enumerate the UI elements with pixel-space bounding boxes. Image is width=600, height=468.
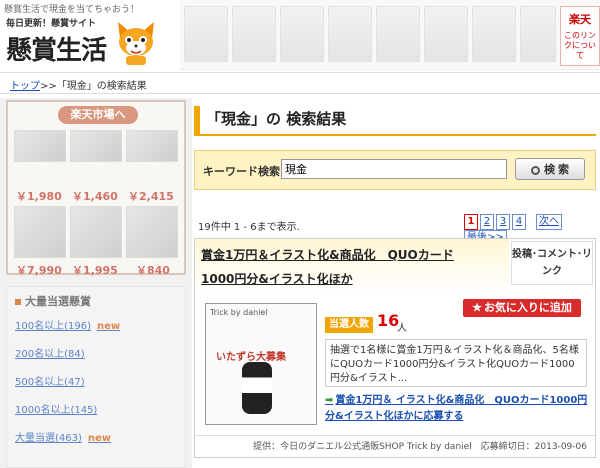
ad-tile[interactable] (472, 6, 516, 62)
product-price[interactable]: ￥2,415 (128, 188, 174, 204)
sidebar-link-100[interactable]: 100名以上(196) new (15, 317, 120, 332)
page-title: 「現金」の 検索結果 (194, 106, 596, 136)
next-page-link[interactable]: 次へ (536, 214, 562, 230)
ad-tile[interactable] (424, 6, 468, 62)
mass-winner-title: 大量当選懸賞 (15, 293, 91, 309)
rakuten-mini-sub: このリンクについて (564, 31, 596, 60)
site-logo[interactable]: 毎日更新！懸賞サイト 懸賞生活 (4, 14, 180, 70)
sidebar-link-200[interactable]: 200名以上(84) (15, 345, 85, 360)
search-icon (530, 165, 540, 175)
product-price[interactable]: ￥1,460 (72, 188, 118, 204)
ad-tile[interactable] (328, 6, 372, 62)
pagination: 1234次へ最後>> (464, 214, 598, 246)
winners-count: 16 (377, 311, 400, 330)
arrow-right-icon: ➡ (325, 395, 334, 406)
ad-tile[interactable] (280, 6, 324, 62)
breadcrumb-bar: トップ>>「現金」の検索結果 (0, 72, 600, 94)
sidebar-link-mass[interactable]: 大量当選(463) new (15, 429, 111, 444)
product-image[interactable] (126, 206, 178, 258)
product-image[interactable] (14, 130, 66, 162)
rakuten-ad-box[interactable]: 楽天市場へ ￥1,980 ￥1,460 ￥2,415 ￥7,990 ￥1,995… (6, 100, 186, 278)
sidebar-link-500[interactable]: 500名以上(47) (15, 373, 85, 388)
campaign-thumbnail[interactable]: Trick by daniel いたずら大募集 (205, 303, 317, 425)
search-label: キーワード検索 (203, 165, 280, 178)
winners-label: 当選人数 (325, 317, 373, 333)
search-input[interactable] (281, 159, 507, 179)
product-image[interactable] (70, 130, 122, 162)
breadcrumb-home-link[interactable]: トップ (10, 81, 40, 92)
ad-tile[interactable] (520, 6, 556, 62)
product-image[interactable] (14, 206, 66, 258)
breadcrumb-separator: >> (40, 81, 57, 92)
main-content: 「現金」の 検索結果 キーワード検索 検 索 19件中 1 - 6まで表示. 1… (194, 98, 598, 468)
search-button[interactable]: 検 索 (515, 158, 585, 180)
thumb-header: Trick by daniel (210, 308, 268, 317)
results-count: 19件中 1 - 6まで表示. (198, 222, 300, 233)
winners-unit: 人 (397, 323, 407, 334)
product-price[interactable]: ￥1,980 (16, 188, 62, 204)
logo-subtitle: 毎日更新！懸賞サイト (6, 19, 97, 29)
left-sidebar: 楽天市場へ ￥1,980 ￥1,460 ￥2,415 ￥7,990 ￥1,995… (0, 98, 192, 468)
page-link-4[interactable]: 4 (512, 214, 526, 230)
product-image[interactable] (70, 206, 122, 258)
ad-tile[interactable] (376, 6, 420, 62)
bullet-icon (15, 299, 21, 305)
character-figure-icon (242, 362, 272, 414)
product-image[interactable] (126, 130, 178, 162)
product-price[interactable]: ￥7,990 (16, 262, 62, 278)
result-footer: 提供：今日のダニエル公式通販SHOP Trick by daniel 応募締切日… (195, 435, 595, 457)
entry-type-tag: 投稿･コメント･リ ンク (511, 241, 593, 285)
mass-winner-section: 大量当選懸賞 100名以上(196) new 200名以上(84) 500名以上(… (6, 286, 186, 468)
page-link-2[interactable]: 2 (480, 214, 494, 230)
ad-tile[interactable] (232, 6, 276, 62)
product-price[interactable]: ￥1,995 (72, 262, 118, 278)
breadcrumb: トップ>>「現金」の検索結果 (10, 77, 147, 92)
page-link-3[interactable]: 3 (496, 214, 510, 230)
star-icon: ★ (472, 302, 482, 314)
product-price[interactable]: ￥840 (136, 262, 170, 278)
page-link-1[interactable]: 1 (464, 214, 478, 230)
result-title-area: 賞金1万円＆イラスト化&商品化 QUOカード 1000円分&イラスト化ほか (195, 239, 509, 293)
result-card: 賞金1万円＆イラスト化&商品化 QUOカード 1000円分&イラスト化ほか 投稿･… (194, 238, 596, 458)
breadcrumb-current: 「現金」の検索結果 (56, 81, 147, 92)
keyword-search-box: キーワード検索 検 索 (194, 150, 596, 190)
add-favorite-button[interactable]: ★ お気に入りに追加 (463, 299, 581, 317)
thumb-banner: いたずら大募集 (216, 352, 286, 363)
result-title-link[interactable]: 賞金1万円＆イラスト化&商品化 QUOカード 1000円分&イラスト化ほか (201, 243, 503, 291)
site-header: 懸賞生活で現金を当てちゃおう！ 毎日更新！懸賞サイト 懸賞生活 楽天 このリンク… (0, 0, 600, 72)
ad-tile[interactable] (184, 6, 228, 62)
apply-link[interactable]: ➡ 賞金1万円＆ イラスト化&商品化 QUOカード1000円分&イラスト化ほかに応… (325, 393, 593, 425)
result-description: 抽選で1名様に賞金1万円＆イラスト化＆商品化、5名様にQUOカード1000円分&… (325, 339, 587, 387)
rakuten-link-box[interactable]: 楽天 このリンクについて (560, 6, 600, 66)
rakuten-mini-title: 楽天 (569, 13, 591, 26)
fox-mascot-icon (118, 22, 154, 65)
rakuten-market-button[interactable]: 楽天市場へ (58, 106, 138, 124)
header-ad-strip[interactable] (180, 0, 600, 70)
sidebar-link-1000[interactable]: 1000名以上(145) (15, 401, 97, 416)
